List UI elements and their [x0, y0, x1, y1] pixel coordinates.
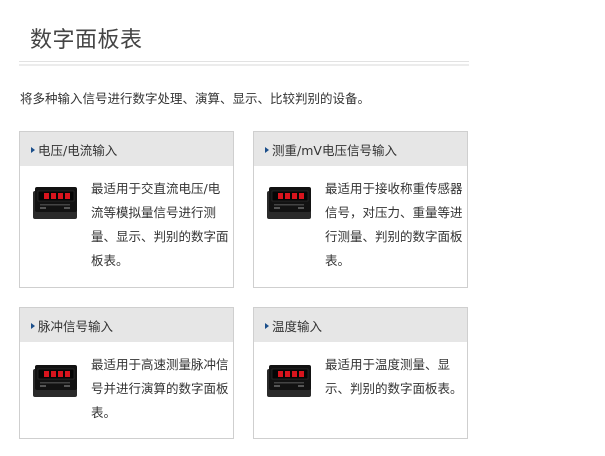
- card-description: 最适用于交直流电压/电流等模拟量信号进行测量、显示、判别的数字面板表。: [91, 181, 229, 268]
- card-voltage-current-input[interactable]: 电压/电流输入 最适用于交直流电压/电流等模拟量信号进行测量、显示、判别的数字面…: [19, 131, 234, 288]
- card-pulse-input[interactable]: 脉冲信号输入 最适用于高速测量脉冲信号并进行演算的数字面板表。: [19, 307, 234, 439]
- panel-meter-icon: [267, 365, 311, 397]
- title-divider: [19, 61, 469, 62]
- arrow-right-icon: [265, 322, 269, 329]
- intro-text: 将多种输入信号进行数字处理、演算、显示、比较判别的设备。: [20, 91, 371, 106]
- card-title-link[interactable]: 脉冲信号输入: [38, 316, 113, 335]
- card-header[interactable]: 温度输入: [254, 308, 467, 342]
- card-title-link[interactable]: 温度输入: [272, 316, 322, 335]
- card-description: 最适用于温度测量、显示、判别的数字面板表。: [325, 357, 463, 396]
- card-header[interactable]: 测重/mV电压信号输入: [254, 132, 467, 166]
- arrow-right-icon: [265, 146, 269, 153]
- page-title: 数字面板表: [30, 28, 143, 53]
- panel-meter-icon: [33, 365, 77, 397]
- arrow-right-icon: [31, 146, 35, 153]
- card-title-link[interactable]: 电压/电流输入: [38, 140, 117, 159]
- page: 数字面板表 将多种输入信号进行数字处理、演算、显示、比较判别的设备。 电压/电流…: [0, 0, 605, 456]
- card-title-link[interactable]: 测重/mV电压信号输入: [272, 140, 397, 159]
- title-divider-shadow: [19, 64, 469, 66]
- panel-meter-icon: [267, 187, 311, 219]
- arrow-right-icon: [31, 322, 35, 329]
- panel-meter-icon: [33, 187, 77, 219]
- card-header[interactable]: 脉冲信号输入: [20, 308, 233, 342]
- card-description: 最适用于高速测量脉冲信号并进行演算的数字面板表。: [91, 357, 229, 420]
- card-header[interactable]: 电压/电流输入: [20, 132, 233, 166]
- card-load-mv-input[interactable]: 测重/mV电压信号输入 最适用于接收称重传感器信号，对压力、重量等进行测量、判别…: [253, 131, 468, 288]
- card-description: 最适用于接收称重传感器信号，对压力、重量等进行测量、判别的数字面板表。: [325, 181, 463, 268]
- card-temperature-input[interactable]: 温度输入 最适用于温度测量、显示、判别的数字面板表。: [253, 307, 468, 439]
